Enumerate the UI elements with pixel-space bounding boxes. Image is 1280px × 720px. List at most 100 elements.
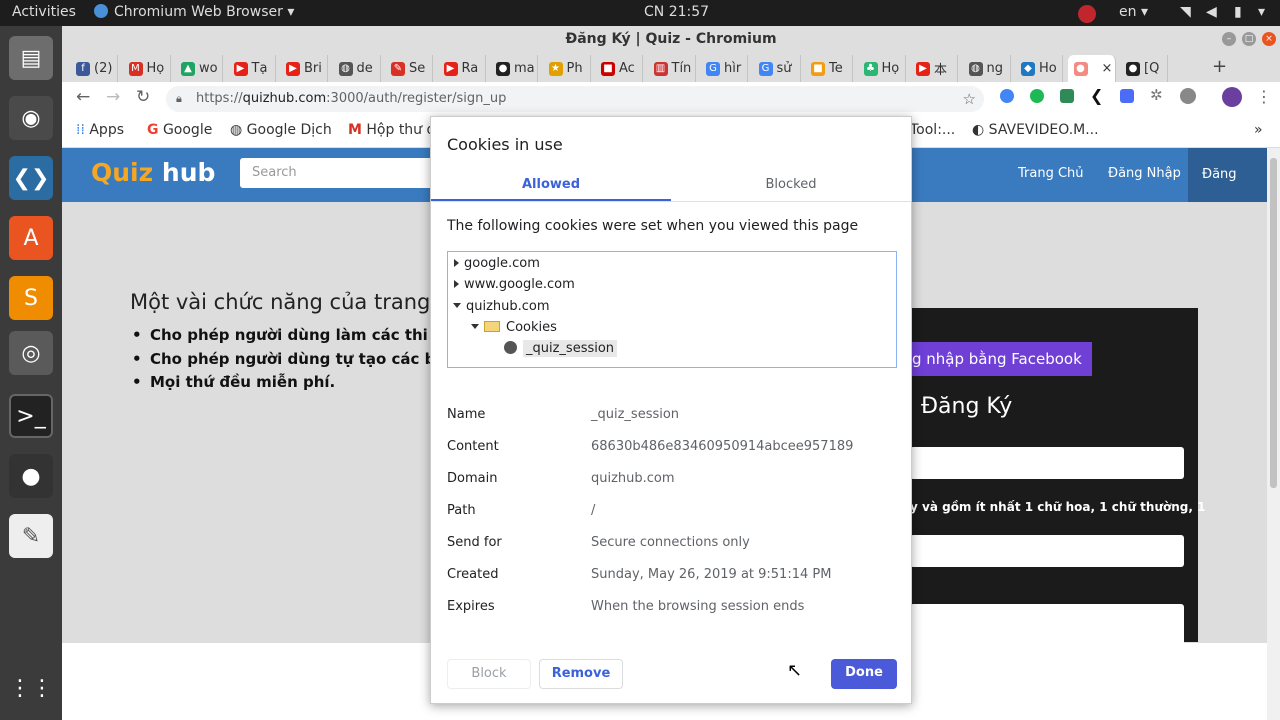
tab-3[interactable]: ▶ Tạ (228, 55, 276, 82)
vscode-icon[interactable]: ❮❯ (9, 156, 53, 200)
tab-5[interactable]: ◍ de (333, 55, 381, 82)
language-indicator[interactable]: en ▾ (1119, 4, 1148, 20)
tab-20[interactable]: ● [Q (1120, 55, 1168, 82)
nav-register[interactable]: Đăng Ký (1188, 148, 1267, 236)
chromium-dock-icon[interactable]: ◎ (9, 331, 53, 375)
extension-google-icon[interactable] (1000, 89, 1014, 103)
clock[interactable]: CN 21:57 (644, 4, 709, 20)
password-field[interactable] (910, 535, 1184, 567)
tab-4[interactable]: ▶ Bri (280, 55, 328, 82)
tab-16[interactable]: ▶ 本 (910, 55, 958, 82)
rhythmbox-icon[interactable]: ◉ (9, 96, 53, 140)
collapse-arrow-icon[interactable] (471, 324, 479, 329)
block-button[interactable]: Block (447, 659, 531, 689)
tab-close-icon[interactable]: × (1102, 61, 1113, 76)
forward-arrow-icon[interactable]: → (106, 87, 120, 107)
power-icon[interactable]: ▾ (1258, 4, 1265, 20)
name-field[interactable] (910, 620, 1184, 648)
bookmark-google[interactable]: G Google (147, 122, 212, 138)
tree-node-google[interactable]: google.com (454, 256, 540, 271)
tab-15[interactable]: ♣ Họ (858, 55, 906, 82)
bookmark-gmail[interactable]: M Hộp thư đ (348, 122, 435, 138)
tab-favicon-icon: ◆ (1021, 61, 1035, 76)
features-heading: Một vài chức năng của trang: (130, 290, 438, 314)
tab-1[interactable]: M Họ (123, 55, 171, 82)
tree-node-quizhub[interactable]: quizhub.com (453, 299, 550, 314)
collapse-arrow-icon[interactable] (453, 303, 461, 308)
software-center-icon[interactable]: A (9, 216, 53, 260)
extension-diamond-icon[interactable] (1060, 89, 1074, 103)
tab-8[interactable]: ● ma (490, 55, 538, 82)
battery-icon[interactable]: ▮ (1234, 4, 1242, 20)
tab-10[interactable]: ■ Ac (595, 55, 643, 82)
tab-label: 本 (934, 63, 948, 78)
tab-favicon-icon: ■ (601, 61, 615, 76)
close-window-button[interactable]: × (1262, 32, 1276, 46)
files-icon[interactable]: ▤ (9, 36, 53, 80)
expand-arrow-icon[interactable] (454, 259, 459, 267)
tree-node-cookie[interactable]: _quiz_session (504, 340, 618, 357)
bookmark-google-dich[interactable]: ◍ Google Dịch (230, 122, 332, 138)
bookmarks-overflow-icon[interactable]: » (1254, 122, 1263, 138)
tree-node-cookies-folder[interactable]: Cookies (471, 320, 557, 335)
text-editor-icon[interactable]: ✎ (9, 514, 53, 558)
expand-arrow-icon[interactable] (454, 280, 459, 288)
site-logo[interactable]: Quiz hub (91, 158, 215, 187)
tab-9[interactable]: ★ Ph (543, 55, 591, 82)
app-menu[interactable]: Chromium Web Browser ▾ (94, 4, 294, 20)
new-tab-button[interactable]: + (1212, 56, 1227, 77)
tab-19[interactable]: ● × (1067, 55, 1116, 82)
tab-7[interactable]: ▶ Ra (438, 55, 486, 82)
page-scrollbar[interactable] (1267, 148, 1280, 720)
activities-button[interactable]: Activities (12, 4, 76, 20)
tab-blocked[interactable]: Blocked (671, 177, 911, 192)
scrollbar-thumb[interactable] (1270, 158, 1277, 488)
terminal-icon[interactable]: >_ (9, 394, 53, 438)
email-field[interactable] (910, 447, 1184, 479)
tab-label: (2) (94, 61, 113, 76)
wifi-icon[interactable]: ◥ (1180, 4, 1191, 20)
tab-label: Ac (619, 61, 635, 76)
tab-2[interactable]: ▲ wo (175, 55, 223, 82)
extension-v-icon[interactable] (1030, 89, 1044, 103)
record-icon[interactable] (1078, 5, 1096, 23)
tab-allowed[interactable]: Allowed (431, 177, 671, 192)
remove-button[interactable]: Remove (539, 659, 623, 689)
done-button[interactable]: Done (831, 659, 897, 689)
minimize-button[interactable]: – (1222, 32, 1236, 46)
bookmark-apps[interactable]: ⁞⁞ Apps (76, 122, 124, 138)
tab-6[interactable]: ✎ Se (385, 55, 433, 82)
bookmark-star-icon[interactable]: ☆ (963, 86, 976, 112)
nav-home[interactable]: Trang Chủ (1018, 166, 1084, 181)
extension-globe-icon[interactable] (1180, 88, 1196, 104)
tab-17[interactable]: ◍ ng (963, 55, 1011, 82)
tab-13[interactable]: Gsử (753, 55, 801, 82)
tab-0[interactable]: f (2) (70, 55, 118, 82)
tab-11[interactable]: ▥ Tín (648, 55, 696, 82)
back-arrow-icon[interactable]: ← (76, 87, 90, 107)
camera-app-icon[interactable]: ● (9, 454, 53, 498)
sublime-icon[interactable]: S (9, 276, 53, 320)
extension-arrow-icon[interactable]: ❮ (1090, 86, 1103, 105)
bookmark-tool[interactable]: Tool:... (910, 122, 955, 138)
tab-18[interactable]: ◆ Ho (1015, 55, 1063, 82)
facebook-login-button[interactable]: g nhập bằng Facebook (910, 342, 1092, 376)
tree-node-www-google[interactable]: www.google.com (454, 277, 575, 292)
extension-translate-icon[interactable] (1120, 89, 1134, 103)
tab-label: [Q (1144, 61, 1160, 76)
show-applications-icon[interactable]: ⋮⋮ (9, 666, 53, 710)
menu-kebab-icon[interactable]: ⋮ (1256, 87, 1272, 106)
tab-12[interactable]: Ghìr (700, 55, 748, 82)
address-bar[interactable]: 🔒︎ https://quizhub.com:3000/auth/registe… (166, 86, 984, 112)
avatar[interactable] (1222, 87, 1242, 107)
bookmark-savevideo[interactable]: ◐ SAVEVIDEO.M... (972, 122, 1099, 138)
extension-gear-icon[interactable]: ✲ (1150, 86, 1163, 104)
site-search-input[interactable]: Search (240, 158, 440, 188)
volume-icon[interactable]: ◀ (1206, 4, 1217, 20)
nav-login[interactable]: Đăng Nhập (1108, 166, 1181, 181)
tab-14[interactable]: ■ Te (805, 55, 853, 82)
reload-icon[interactable]: ↻ (136, 87, 150, 107)
detail-label: Name (447, 407, 486, 422)
detail-label: Send for (447, 535, 502, 550)
maximize-button[interactable]: □ (1242, 32, 1256, 46)
